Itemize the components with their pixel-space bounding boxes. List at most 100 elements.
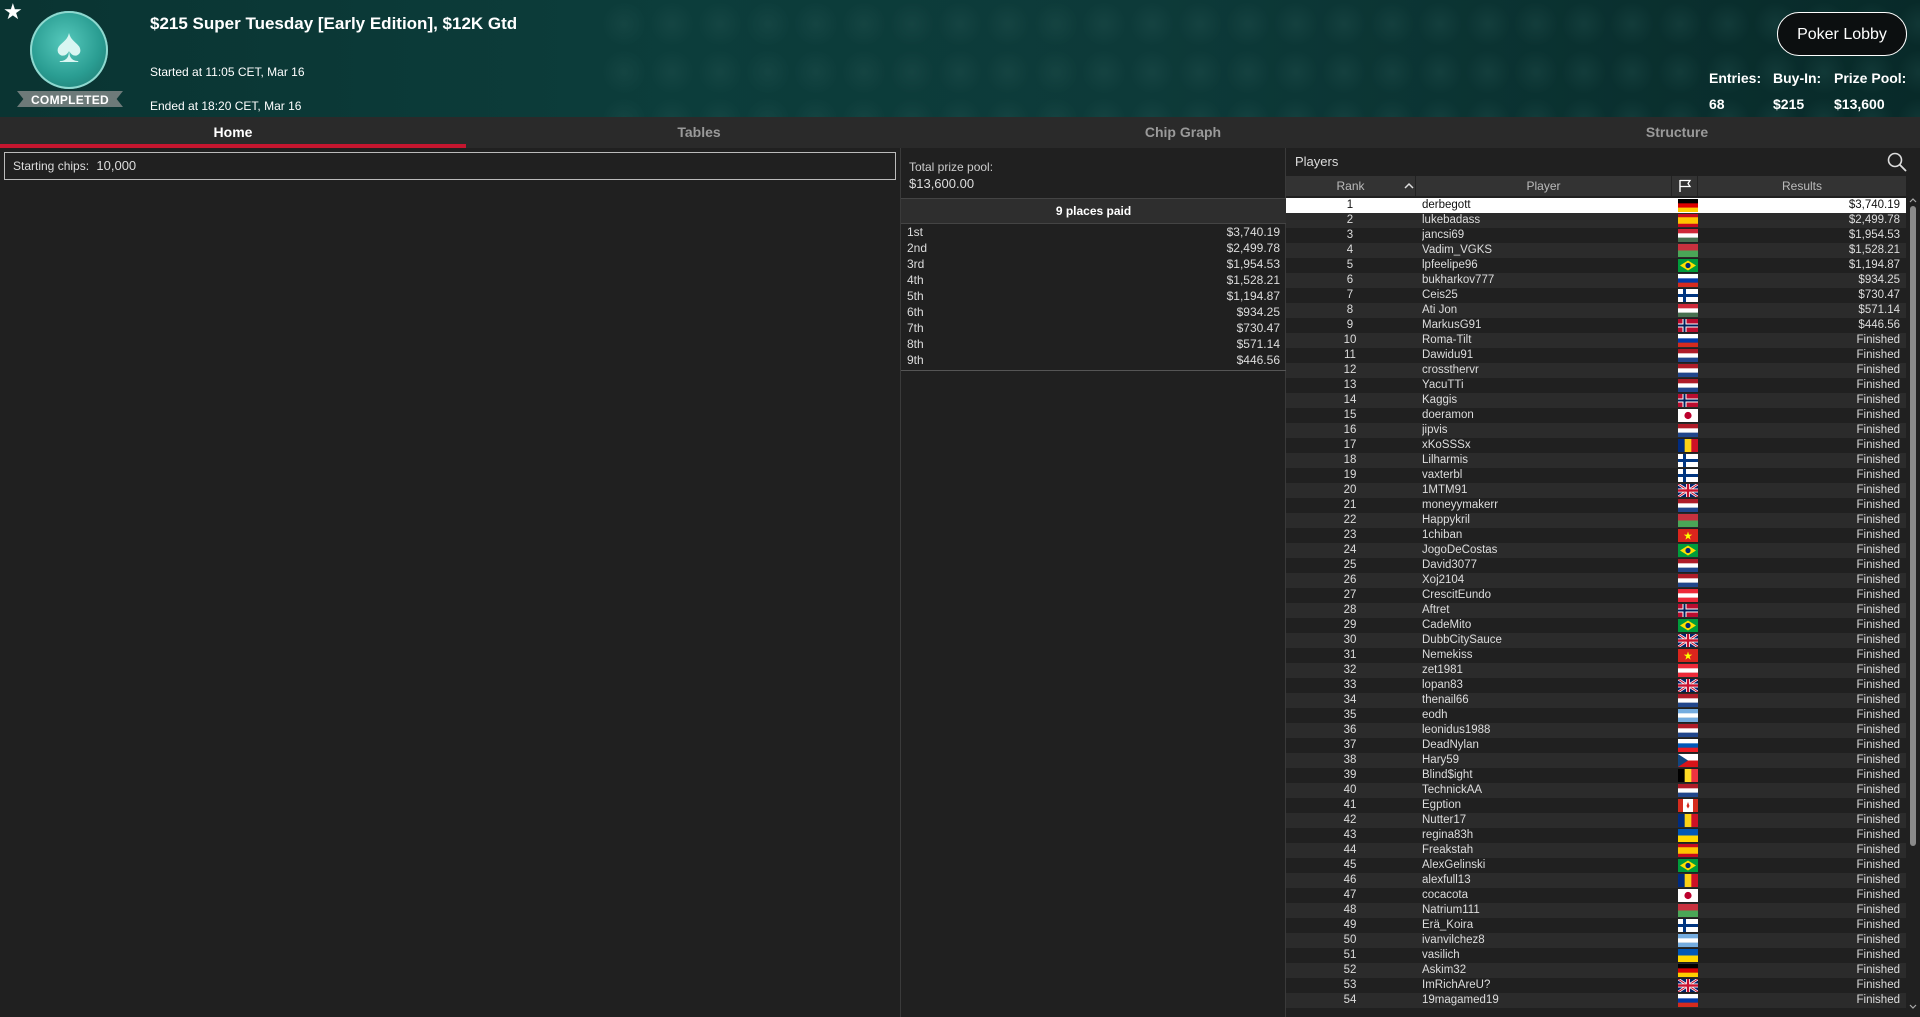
player-row[interactable]: 17 xKoSSSx Finished bbox=[1286, 438, 1906, 453]
player-result: Finished bbox=[1856, 814, 1900, 826]
player-row[interactable]: 52 Askim32 Finished bbox=[1286, 963, 1906, 978]
prize-place-row: 3rd $1,954.53 bbox=[901, 256, 1286, 272]
scroll-down-arrow-icon[interactable] bbox=[1908, 1003, 1918, 1011]
player-row[interactable]: 48 Natrium111 Finished bbox=[1286, 903, 1906, 918]
sort-caret-up-icon[interactable] bbox=[1404, 181, 1414, 191]
player-row[interactable]: 49 Erä_Koira Finished bbox=[1286, 918, 1906, 933]
tab-chip-graph[interactable]: Chip Graph bbox=[932, 117, 1434, 148]
search-icon[interactable] bbox=[1886, 151, 1908, 173]
column-rank[interactable]: Rank bbox=[1286, 176, 1416, 196]
scroll-thumb[interactable] bbox=[1910, 206, 1916, 846]
player-row[interactable]: 25 David3077 Finished bbox=[1286, 558, 1906, 573]
player-row[interactable]: 20 1MTM91 Finished bbox=[1286, 483, 1906, 498]
player-name: doeramon bbox=[1422, 409, 1474, 421]
player-result: Finished bbox=[1856, 589, 1900, 601]
player-row[interactable]: 23 1chiban Finished bbox=[1286, 528, 1906, 543]
player-row[interactable]: 41 Egption Finished bbox=[1286, 798, 1906, 813]
player-result: Finished bbox=[1856, 679, 1900, 691]
player-row[interactable]: 15 doeramon Finished bbox=[1286, 408, 1906, 423]
player-row[interactable]: 27 CrescitEundo Finished bbox=[1286, 588, 1906, 603]
player-row[interactable]: 31 Nemekiss Finished bbox=[1286, 648, 1906, 663]
column-country[interactable] bbox=[1672, 176, 1698, 196]
player-row[interactable]: 45 AlexGelinski Finished bbox=[1286, 858, 1906, 873]
player-row[interactable]: 18 Lilharmis Finished bbox=[1286, 453, 1906, 468]
player-row[interactable]: 54 19magamed19 Finished bbox=[1286, 993, 1906, 1008]
player-row[interactable]: 43 regina83h Finished bbox=[1286, 828, 1906, 843]
player-row[interactable]: 12 crossthervr Finished bbox=[1286, 363, 1906, 378]
country-flag-icon bbox=[1678, 634, 1698, 647]
player-result: $2,499.78 bbox=[1848, 214, 1900, 226]
player-row[interactable]: 33 lopan83 Finished bbox=[1286, 678, 1906, 693]
column-results[interactable]: Results bbox=[1698, 176, 1906, 196]
player-row[interactable]: 4 Vadim_VGKS $1,528.21 bbox=[1286, 243, 1906, 258]
country-flag-icon bbox=[1678, 439, 1698, 452]
player-row[interactable]: 24 JogoDeCostas Finished bbox=[1286, 543, 1906, 558]
player-row[interactable]: 9 MarkusG91 $446.56 bbox=[1286, 318, 1906, 333]
poker-lobby-button[interactable]: Poker Lobby bbox=[1777, 12, 1907, 56]
column-player[interactable]: Player bbox=[1416, 176, 1672, 196]
player-row[interactable]: 13 YacuTTi Finished bbox=[1286, 378, 1906, 393]
player-result: $1,954.53 bbox=[1848, 229, 1900, 241]
prize-place-amount: $934.25 bbox=[1236, 305, 1280, 319]
player-row[interactable]: 21 moneyymakerr Finished bbox=[1286, 498, 1906, 513]
player-row[interactable]: 26 Xoj2104 Finished bbox=[1286, 573, 1906, 588]
player-result: Finished bbox=[1856, 859, 1900, 871]
player-row[interactable]: 1 derbegott $3,740.19 bbox=[1286, 198, 1906, 213]
player-row[interactable]: 51 vasilich Finished bbox=[1286, 948, 1906, 963]
player-name: Happykril bbox=[1422, 514, 1470, 526]
country-flag-icon bbox=[1678, 484, 1698, 497]
tab-structure[interactable]: Structure bbox=[1434, 117, 1920, 148]
player-row[interactable]: 11 Dawidu91 Finished bbox=[1286, 348, 1906, 363]
player-row[interactable]: 22 Happykril Finished bbox=[1286, 513, 1906, 528]
player-row[interactable]: 2 lukebadass $2,499.78 bbox=[1286, 213, 1906, 228]
player-result: $1,194.87 bbox=[1848, 259, 1900, 271]
starting-chips-label: Starting chips: bbox=[13, 159, 90, 173]
player-row[interactable]: 46 alexfull13 Finished bbox=[1286, 873, 1906, 888]
player-result: Finished bbox=[1856, 379, 1900, 391]
player-row[interactable]: 42 Nutter17 Finished bbox=[1286, 813, 1906, 828]
player-rank: 5 bbox=[1346, 259, 1354, 271]
player-name: Askim32 bbox=[1422, 964, 1467, 976]
player-row[interactable]: 39 Blind$ight Finished bbox=[1286, 768, 1906, 783]
player-row[interactable]: 14 Kaggis Finished bbox=[1286, 393, 1906, 408]
player-row[interactable]: 6 bukharkov777 $934.25 bbox=[1286, 273, 1906, 288]
country-flag-icon bbox=[1678, 499, 1698, 512]
scroll-up-arrow-icon[interactable] bbox=[1908, 196, 1918, 204]
player-row[interactable]: 34 thenail66 Finished bbox=[1286, 693, 1906, 708]
player-row[interactable]: 36 leonidus1988 Finished bbox=[1286, 723, 1906, 738]
player-row[interactable]: 44 Freakstah Finished bbox=[1286, 843, 1906, 858]
players-scrollbar[interactable] bbox=[1908, 196, 1918, 1011]
player-name: Kaggis bbox=[1422, 394, 1458, 406]
player-rank: 11 bbox=[1344, 349, 1356, 361]
player-row[interactable]: 29 CadeMito Finished bbox=[1286, 618, 1906, 633]
player-row[interactable]: 16 jipvis Finished bbox=[1286, 423, 1906, 438]
player-row[interactable]: 47 cocacota Finished bbox=[1286, 888, 1906, 903]
tab-home[interactable]: Home bbox=[0, 117, 466, 148]
player-row[interactable]: 50 ivanvilchez8 Finished bbox=[1286, 933, 1906, 948]
player-row[interactable]: 30 DubbCitySauce Finished bbox=[1286, 633, 1906, 648]
player-row[interactable]: 37 DeadNylan Finished bbox=[1286, 738, 1906, 753]
stat-buy-in-label: Buy-In: bbox=[1773, 70, 1822, 86]
player-row[interactable]: 32 zet1981 Finished bbox=[1286, 663, 1906, 678]
player-result: Finished bbox=[1856, 874, 1900, 886]
country-flag-icon bbox=[1678, 559, 1698, 572]
player-row[interactable]: 40 TechnickAA Finished bbox=[1286, 783, 1906, 798]
player-name: vasilich bbox=[1422, 949, 1460, 961]
player-row[interactable]: 10 Roma-Tilt Finished bbox=[1286, 333, 1906, 348]
player-row[interactable]: 28 Aftret Finished bbox=[1286, 603, 1906, 618]
prize-place-row: 5th $1,194.87 bbox=[901, 288, 1286, 304]
player-row[interactable]: 38 Hary59 Finished bbox=[1286, 753, 1906, 768]
player-row[interactable]: 3 jancsi69 $1,954.53 bbox=[1286, 228, 1906, 243]
spade-icon: ♠ bbox=[56, 20, 82, 73]
player-row[interactable]: 8 Ati Jon $571.14 bbox=[1286, 303, 1906, 318]
player-row[interactable]: 7 Ceis25 $730.47 bbox=[1286, 288, 1906, 303]
player-name: alexfull13 bbox=[1422, 874, 1471, 886]
player-row[interactable]: 53 ImRichAreU? Finished bbox=[1286, 978, 1906, 993]
player-row[interactable]: 5 lpfeelipe96 $1,194.87 bbox=[1286, 258, 1906, 273]
player-row[interactable]: 19 vaxterbl Finished bbox=[1286, 468, 1906, 483]
player-name: Hary59 bbox=[1422, 754, 1460, 766]
player-result: Finished bbox=[1856, 439, 1900, 451]
player-row[interactable]: 35 eodh Finished bbox=[1286, 708, 1906, 723]
player-name: 1chiban bbox=[1422, 529, 1463, 541]
tab-tables[interactable]: Tables bbox=[466, 117, 932, 148]
